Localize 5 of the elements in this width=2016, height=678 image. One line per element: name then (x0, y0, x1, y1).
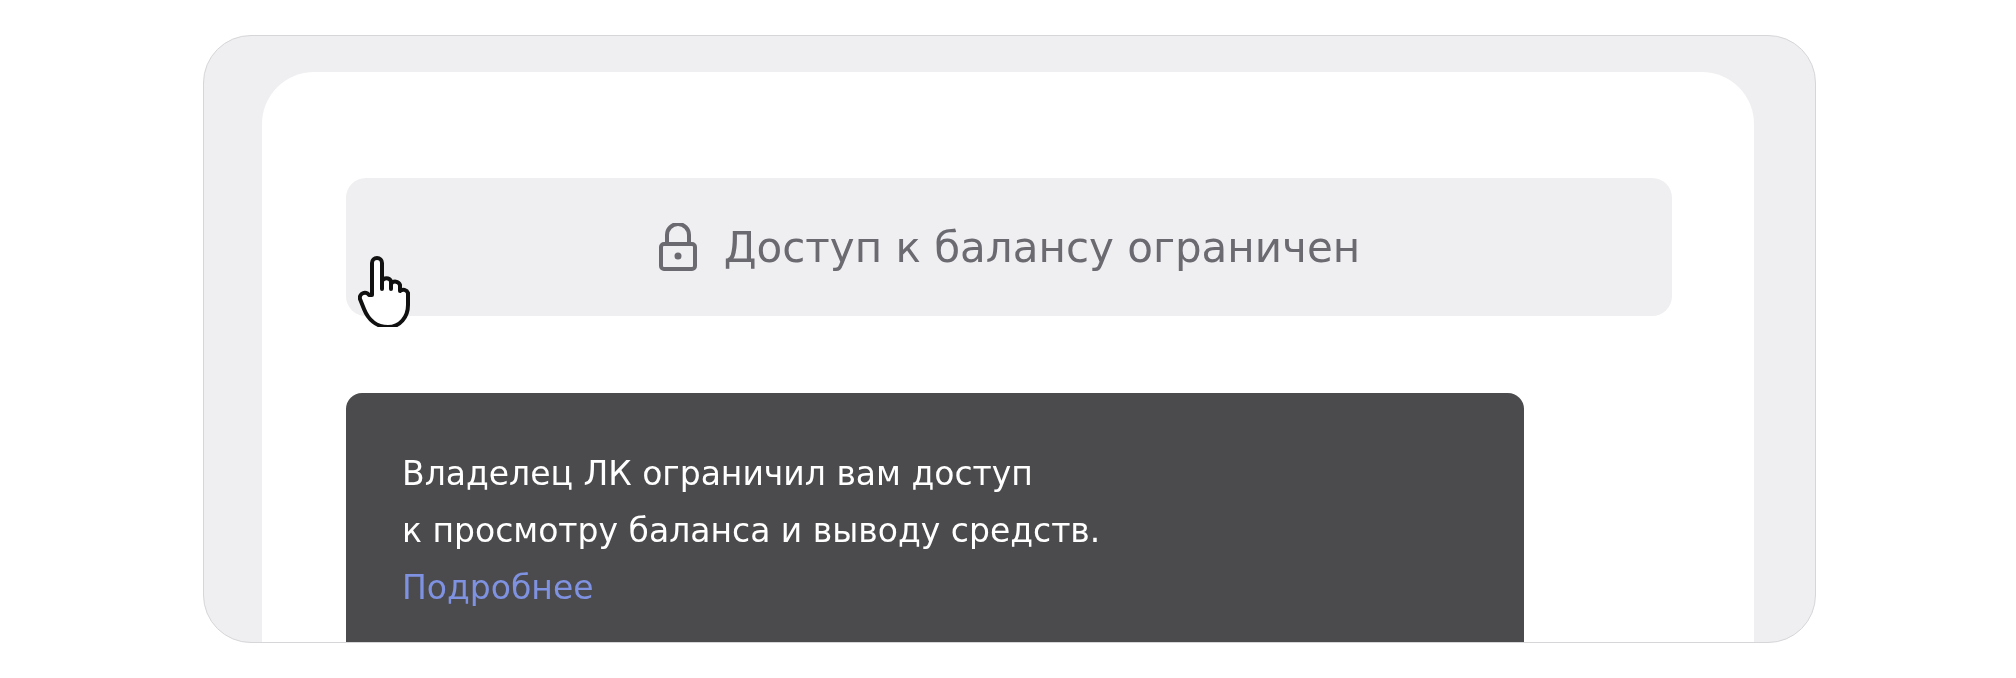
more-link[interactable]: Подробнее (402, 559, 594, 616)
tooltip-text: Владелец ЛК ограничил вам доступ (402, 453, 1034, 495)
hand-cursor-icon (358, 255, 410, 327)
lock-icon (657, 223, 698, 271)
tooltip-text: к просмотру баланса и выводу средств. (402, 510, 1102, 552)
